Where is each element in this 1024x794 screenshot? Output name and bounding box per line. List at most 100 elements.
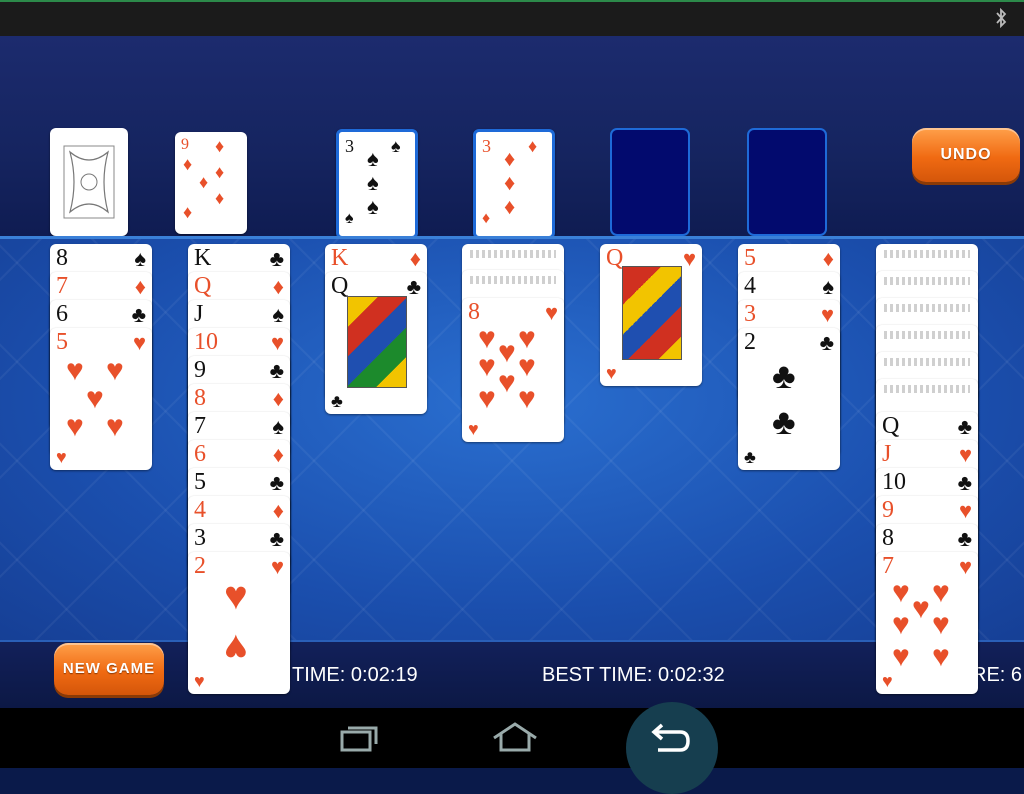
heart-icon: ♥ bbox=[224, 574, 248, 618]
spade-icon: ♠ bbox=[822, 274, 834, 299]
spade-icon: ♠ bbox=[367, 146, 379, 171]
card-back-icon bbox=[884, 304, 970, 312]
recent-apps-icon[interactable] bbox=[336, 718, 380, 758]
heart-icon: ♥ bbox=[932, 640, 950, 673]
home-icon[interactable] bbox=[490, 720, 540, 756]
heart-icon: ♥ bbox=[958, 498, 972, 523]
card[interactable]: 7 ♥ ♥ ♥ ♥ ♥ ♥ ♥ ♥ ♥ bbox=[876, 552, 978, 694]
card-back-icon bbox=[884, 277, 970, 285]
diamond-icon: ♦ bbox=[504, 146, 516, 171]
stock-pile[interactable] bbox=[50, 128, 128, 236]
heart-icon: ♥ bbox=[66, 410, 84, 443]
club-icon: ♣ bbox=[269, 470, 284, 495]
bluetooth-icon bbox=[996, 8, 1007, 28]
card-rank: 8 bbox=[882, 525, 894, 551]
heart-icon: ♥ bbox=[106, 354, 124, 387]
card-rank: 7 bbox=[194, 413, 206, 439]
card[interactable]: Q ♣ ♣ bbox=[325, 272, 427, 414]
waste-card-rank: 9 bbox=[181, 136, 189, 153]
club-icon: ♣ bbox=[269, 526, 284, 551]
foundation-2[interactable]: 3 ♦ ♦ ♦ ♦ ♦ bbox=[473, 129, 555, 239]
diamond-icon: ♦ bbox=[822, 246, 834, 271]
club-icon: ♣ bbox=[772, 355, 796, 396]
card-back-icon bbox=[884, 331, 970, 339]
heart-icon: ♥ bbox=[892, 576, 910, 609]
card-rank: 8 bbox=[194, 385, 206, 411]
card-back-icon bbox=[884, 358, 970, 366]
card-rank: Q bbox=[194, 273, 212, 299]
card[interactable]: 2 ♣ ♣ ♣ ♣ bbox=[738, 328, 840, 470]
heart-icon: ♥ bbox=[820, 302, 834, 327]
card-rank: J bbox=[882, 441, 892, 467]
diamond-icon: ♦ bbox=[409, 246, 421, 271]
heart-icon: ♥ bbox=[66, 354, 84, 387]
card[interactable]: 8 ♥ ♥ ♥ ♥ ♥ ♥ ♥ ♥ ♥ ♥ bbox=[462, 298, 564, 442]
spade-icon: ♠ bbox=[391, 136, 401, 156]
diamond-icon: ♦ bbox=[272, 274, 284, 299]
heart-icon: ♥ bbox=[498, 336, 516, 369]
card-rank: 6 bbox=[194, 441, 206, 467]
card[interactable]: 5 ♥ ♥ ♥ ♥ ♥ ♥ ♥ bbox=[50, 328, 152, 470]
foundation-1[interactable]: 3 ♠ ♠ ♠ ♠ ♠ bbox=[336, 129, 418, 239]
card-rank: 7 bbox=[56, 273, 68, 299]
foundation-3-empty[interactable] bbox=[610, 128, 690, 236]
card[interactable]: Q ♥ ♥ bbox=[600, 244, 702, 386]
card-rank: K bbox=[331, 245, 349, 271]
club-icon: ♣ bbox=[131, 302, 146, 327]
card-back-icon bbox=[884, 385, 970, 393]
diamond-icon: ♦ bbox=[183, 202, 193, 222]
heart-icon: ♥ bbox=[958, 554, 972, 579]
queen-face-art bbox=[622, 266, 682, 360]
card-back-icon bbox=[884, 250, 970, 258]
queen-face-art bbox=[347, 296, 407, 388]
card-rank: 5 bbox=[744, 245, 756, 271]
card-rank: 2 bbox=[194, 553, 206, 579]
heart-icon: ♥ bbox=[518, 382, 536, 415]
card-rank: 9 bbox=[194, 357, 206, 383]
card-rank: 9 bbox=[882, 497, 894, 523]
card-rank: 10 bbox=[194, 329, 218, 355]
heart-icon: ♥ bbox=[270, 330, 284, 355]
status-bar bbox=[0, 0, 1024, 36]
heart-icon: ♥ bbox=[478, 350, 496, 383]
diamond-icon: ♦ bbox=[528, 136, 538, 156]
diamond-icon: ♦ bbox=[215, 162, 225, 182]
club-icon: ♣ bbox=[819, 330, 834, 355]
card-rank: Q bbox=[882, 413, 900, 439]
heart-icon: ♥ bbox=[86, 382, 104, 415]
card-rank: 8 bbox=[56, 245, 68, 271]
heart-icon: ♥ bbox=[932, 576, 950, 609]
diamond-icon: ♦ bbox=[482, 210, 491, 227]
diamond-icon: ♦ bbox=[134, 274, 146, 299]
card-rank: 5 bbox=[194, 469, 206, 495]
new-game-button[interactable]: NEW GAME bbox=[54, 643, 164, 695]
waste-pile[interactable]: 9 ♦ ♦ ♦ ♦ ♦ ♦ bbox=[175, 132, 247, 234]
heart-icon: ♥ bbox=[544, 300, 558, 325]
heart-icon: ♥ bbox=[56, 447, 67, 467]
card-rank: 3 bbox=[744, 301, 756, 327]
spade-icon: ♠ bbox=[134, 246, 146, 271]
club-icon: ♣ bbox=[269, 246, 284, 271]
foundation-2-rank: 3 bbox=[482, 136, 491, 156]
heart-icon: ♥ bbox=[498, 366, 516, 399]
card[interactable]: 2 ♥ ♥ ♥ ♥ bbox=[188, 552, 290, 694]
heart-icon: ♥ bbox=[882, 671, 893, 691]
spade-icon: ♠ bbox=[367, 194, 379, 219]
club-icon: ♣ bbox=[406, 274, 421, 299]
heart-icon: ♥ bbox=[468, 419, 479, 439]
undo-button[interactable]: UNDO bbox=[912, 128, 1020, 182]
diamond-icon: ♦ bbox=[199, 172, 209, 192]
back-icon[interactable] bbox=[648, 720, 694, 756]
heart-icon: ♥ bbox=[478, 382, 496, 415]
card-rank: Q bbox=[606, 245, 624, 271]
heart-icon: ♥ bbox=[106, 410, 124, 443]
heart-icon: ♥ bbox=[912, 592, 930, 625]
card-rank: 3 bbox=[194, 525, 206, 551]
diamond-icon: ♦ bbox=[504, 194, 516, 219]
foundation-4-empty[interactable] bbox=[747, 128, 827, 236]
card-rank: J bbox=[194, 301, 204, 327]
elapsed-time: TIME: 0:02:19 bbox=[292, 664, 418, 686]
club-icon: ♣ bbox=[772, 401, 796, 442]
spade-icon: ♠ bbox=[345, 210, 354, 227]
heart-icon: ♥ bbox=[270, 554, 284, 579]
